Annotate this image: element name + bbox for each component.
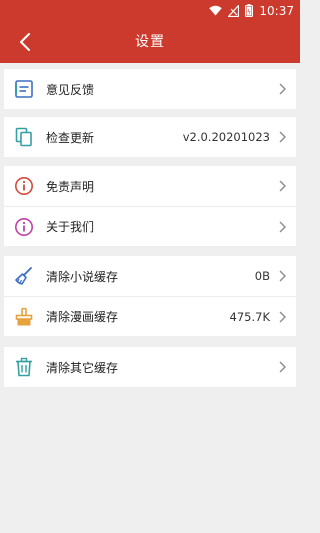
chevron-right-icon — [276, 360, 288, 374]
settings-item-feedback[interactable]: 意见反馈 — [4, 69, 296, 109]
copy-icon — [13, 126, 35, 148]
chevron-right-icon — [276, 82, 288, 96]
svg-text:ϟ: ϟ — [247, 9, 251, 16]
settings-item-about-us[interactable]: 关于我们 — [4, 206, 296, 246]
settings-item-label: 检查更新 — [46, 130, 95, 145]
settings-item-clear-comic-cache[interactable]: 清除漫画缓存 475.7K — [4, 296, 296, 336]
chevron-right-icon — [276, 179, 288, 193]
settings-group-update: 检查更新 v2.0.20201023 — [4, 117, 296, 157]
broom-icon — [13, 265, 35, 287]
chevron-right-icon — [276, 310, 288, 324]
brush-icon — [13, 306, 35, 328]
settings-item-label: 清除其它缓存 — [46, 360, 119, 375]
settings-group-other-cache: 清除其它缓存 — [4, 347, 296, 387]
settings-item-clear-novel-cache[interactable]: 清除小说缓存 0B — [4, 256, 296, 296]
app-bar: 设置 — [0, 21, 300, 63]
settings-group-cache: 清除小说缓存 0B 清除漫画缓存 475.7K — [4, 256, 296, 336]
chevron-right-icon — [276, 220, 288, 234]
battery-icon: ϟ — [245, 4, 254, 17]
chevron-right-icon — [276, 269, 288, 283]
cache-size-value: 0B — [254, 269, 270, 283]
about-icon — [13, 216, 35, 238]
feedback-icon — [13, 78, 35, 100]
cache-size-value: 475.7K — [229, 309, 270, 324]
wifi-icon — [209, 5, 223, 16]
settings-item-check-update[interactable]: 检查更新 v2.0.20201023 — [4, 117, 296, 157]
info-circle-icon — [13, 175, 35, 197]
settings-item-label: 清除漫画缓存 — [46, 310, 119, 324]
signal-off-icon — [228, 4, 240, 17]
settings-item-disclaimer[interactable]: 免责声明 — [4, 166, 296, 206]
status-time: 10:37 — [259, 3, 294, 18]
settings-item-label: 关于我们 — [46, 220, 95, 234]
settings-item-clear-other-cache[interactable]: 清除其它缓存 — [4, 347, 296, 387]
settings-item-label: 清除小说缓存 — [46, 269, 119, 284]
settings-group-info: 免责声明 关于我们 — [4, 166, 296, 246]
status-bar: ϟ 10:37 — [0, 0, 300, 21]
settings-item-label: 意见反馈 — [46, 82, 95, 97]
trash-icon — [13, 356, 35, 378]
settings-item-label: 免责声明 — [46, 179, 95, 194]
chevron-right-icon — [276, 130, 288, 144]
settings-group-feedback: 意见反馈 — [4, 69, 296, 109]
version-value: v2.0.20201023 — [182, 130, 270, 144]
page-title: 设置 — [135, 34, 165, 50]
